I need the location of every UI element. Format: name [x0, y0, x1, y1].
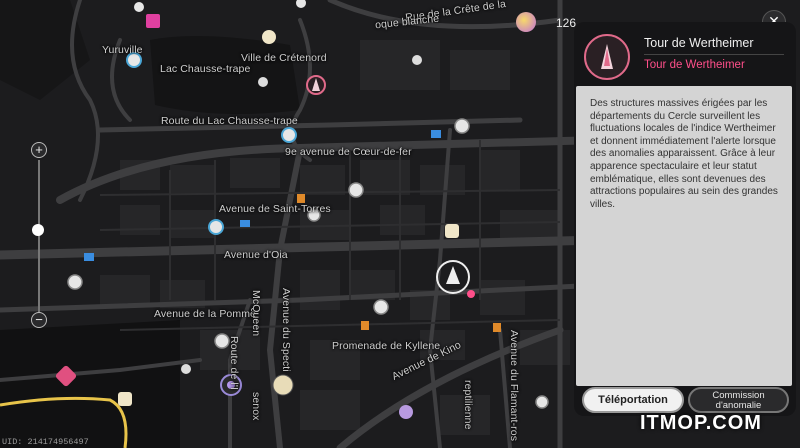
title-divider: [644, 54, 784, 55]
map-label-avenue-spect: Avenue du Specti: [280, 288, 292, 372]
currency-display: 126: [514, 10, 578, 34]
zoom-knob[interactable]: [32, 224, 44, 236]
map-label-senox: senox: [250, 392, 262, 421]
map-label-reptilienne: reptilienne: [462, 380, 474, 430]
map-label-avenue-pomme: Avenue de la Pomme: [154, 308, 257, 320]
commission-button[interactable]: Commission d'anomalie: [688, 387, 789, 413]
zoom-in-button[interactable]: +: [31, 142, 47, 158]
map-label-mcqueen: McQueen: [250, 290, 262, 337]
map-label-avenue-coeur: 9e avenue de Cœur-de-fer: [285, 146, 412, 158]
currency-value: 126: [556, 16, 577, 30]
map-label-avenue-saint-torres: Avenue de Saint-Torres: [219, 203, 331, 215]
watermark: ITMOP.COM: [640, 412, 762, 434]
map-label-yuruville: Yuruville: [102, 44, 143, 56]
map-label-lac-chausse-trape: Lac Chausse-trape: [160, 63, 251, 75]
uid-label: UID: 214174956497: [2, 437, 89, 447]
map-label-flamant: Avenue du Flamant-ros: [508, 330, 520, 442]
tower-icon: [584, 34, 630, 80]
panel-description: Des structures massives érigées par les …: [590, 98, 778, 210]
map-label-avenue-oia: Avenue d'Oia: [224, 249, 288, 261]
panel-title: Tour de Wertheimer: [644, 36, 754, 50]
zoom-out-button[interactable]: −: [31, 312, 47, 328]
zoom-slider[interactable]: + −: [27, 138, 51, 338]
currency-icon: [516, 12, 536, 32]
location-info-panel: Tour de Wertheimer Tour de Wertheimer De…: [574, 22, 796, 416]
map-label-promenade-kyllene: Promenade de Kyllene: [332, 340, 441, 352]
map-label-route-lac: Route du Lac Chausse-trape: [161, 115, 298, 127]
zoom-track[interactable]: [38, 160, 40, 312]
map-label-ville-cretenord: Ville de Crétenord: [241, 52, 327, 64]
map-label-route-ier: Route de l'I: [228, 336, 240, 390]
teleport-button[interactable]: Téléportation: [582, 387, 684, 413]
panel-subtitle: Tour de Wertheimer: [644, 59, 745, 71]
